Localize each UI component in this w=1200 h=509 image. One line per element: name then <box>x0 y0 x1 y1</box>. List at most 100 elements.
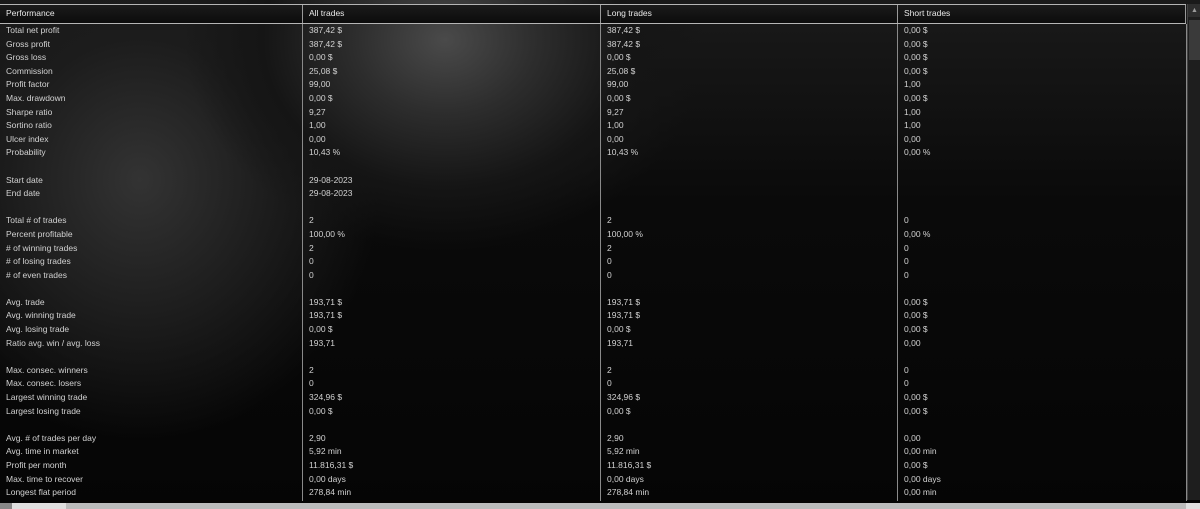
all-trades-value: 193,71 <box>309 337 335 348</box>
table-row[interactable] <box>0 201 1186 215</box>
row-label: Total # of trades <box>6 215 67 226</box>
column-header-short-trades[interactable]: Short trades <box>898 5 1186 23</box>
row-label: Avg. time in market <box>6 446 79 457</box>
table-row[interactable]: Largest losing trade 0,00 $ 0,00 $ 0,00 $ <box>0 405 1186 419</box>
long-trades-value: 0,00 $ <box>607 405 631 416</box>
long-trades-value: 324,96 $ <box>607 392 641 403</box>
table-row[interactable]: Profit factor 99,00 99,00 1,00 <box>0 78 1186 92</box>
all-trades-value: 29-08-2023 <box>309 174 353 185</box>
row-label: Largest winning trade <box>6 392 88 403</box>
long-trades-value: 1,00 <box>607 120 624 131</box>
row-label: Ratio avg. win / avg. loss <box>6 337 101 348</box>
table-row[interactable]: Avg. # of trades per day 2,90 2,90 0,00 <box>0 432 1186 446</box>
long-trades-value <box>601 350 898 364</box>
long-trades-value <box>601 187 898 201</box>
column-header-long-trades[interactable]: Long trades <box>601 5 898 23</box>
table-row[interactable]: Sortino ratio 1,00 1,00 1,00 <box>0 119 1186 133</box>
row-label: Commission <box>6 65 53 76</box>
short-trades-value: 0,00 $ <box>904 296 928 307</box>
short-trades-value <box>898 418 1186 432</box>
grid-body: Total net profit 387,42 $387,42 $0,00 $ Gr… <box>0 24 1186 500</box>
table-row[interactable]: Ratio avg. win / avg. loss 193,71 193,71 0,… <box>0 337 1186 351</box>
all-trades-value <box>303 282 601 296</box>
vertical-scrollbar[interactable]: ▲ <box>1187 4 1200 500</box>
table-row[interactable]: Avg. time in market 5,92 min 5,92 min 0,00 … <box>0 445 1186 459</box>
all-trades-value: 0 <box>309 378 314 389</box>
horizontal-scrollbar[interactable] <box>0 503 1200 509</box>
table-row[interactable]: Max. consec. winners 2 2 0 <box>0 364 1186 378</box>
table-row[interactable]: Profit per month 11.816,31 $ 11.816,31 $ 0,… <box>0 459 1186 473</box>
table-row[interactable]: Avg. losing trade 0,00 $ 0,00 $ 0,00 $ <box>0 323 1186 337</box>
row-label: Max. consec. losers <box>6 378 82 389</box>
long-trades-value: 0 <box>607 378 612 389</box>
all-trades-value: 0 <box>309 256 314 267</box>
short-trades-value: 0,00 $ <box>904 405 928 416</box>
table-row[interactable] <box>0 282 1186 296</box>
table-row[interactable]: Avg. trade 193,71 $ 193,71 $ 0,00 $ <box>0 296 1186 310</box>
table-row[interactable]: Largest winning trade 324,96 $ 324,96 $ 0,0… <box>0 391 1186 405</box>
table-row[interactable]: Percent profitable 100,00 % 100,00 % 0,00 % <box>0 228 1186 242</box>
table-row[interactable]: Max. consec. losers 0 0 0 <box>0 377 1186 391</box>
table-row[interactable]: End date 29-08-2023 <box>0 187 1186 201</box>
all-trades-value: 193,71 $ <box>309 296 343 307</box>
row-label: Avg. trade <box>6 296 45 307</box>
horizontal-scroll-thumb[interactable] <box>66 503 1186 509</box>
long-trades-value <box>601 282 898 296</box>
short-trades-value <box>898 350 1186 364</box>
row-label: Sortino ratio <box>6 120 52 131</box>
short-trades-value: 0 <box>904 269 909 280</box>
all-trades-value: 0,00 days <box>309 473 346 484</box>
table-row[interactable]: Ulcer index 0,00 0,00 0,00 <box>0 133 1186 147</box>
table-row[interactable]: Total net profit 387,42 $ 387,42 $ 0,00 $ <box>0 24 1186 38</box>
table-row[interactable] <box>0 350 1186 364</box>
table-row[interactable]: Longest flat period 278,84 min 278,84 min 0… <box>0 486 1186 500</box>
long-trades-value: 10,43 % <box>607 147 639 158</box>
long-trades-value <box>601 174 898 188</box>
table-row[interactable]: Max. drawdown 0,00 $ 0,00 $ 0,00 $ <box>0 92 1186 106</box>
long-trades-value: 0,00 days <box>607 473 644 484</box>
long-trades-value: 2 <box>607 215 612 226</box>
short-trades-value: 1,00 <box>904 120 921 131</box>
long-trades-value: 2,90 <box>607 432 624 443</box>
all-trades-value: 387,42 $ <box>309 38 343 49</box>
table-row[interactable]: Gross profit 387,42 $ 387,42 $ 0,00 $ <box>0 38 1186 52</box>
table-row[interactable]: Probability 10,43 % 10,43 % 0,00 % <box>0 146 1186 160</box>
row-label <box>0 282 303 296</box>
long-trades-value: 11.816,31 $ <box>607 460 652 470</box>
table-row[interactable]: # of winning trades 2 2 0 <box>0 242 1186 256</box>
all-trades-value: 0 <box>309 269 314 280</box>
table-row[interactable] <box>0 418 1186 432</box>
row-label: Avg. winning trade <box>6 310 76 321</box>
table-row[interactable]: # of even trades 0 0 0 <box>0 269 1186 283</box>
short-trades-value: 0,00 $ <box>904 52 928 63</box>
short-trades-value: 1,00 <box>904 106 921 117</box>
long-trades-value: 193,71 <box>607 337 633 348</box>
table-row[interactable]: Start date 29-08-2023 <box>0 174 1186 188</box>
table-row[interactable]: Avg. winning trade 193,71 $ 193,71 $ 0,00 $ <box>0 309 1186 323</box>
table-row[interactable] <box>0 160 1186 174</box>
long-trades-value: 2 <box>607 242 612 253</box>
scroll-left-icon[interactable] <box>0 503 12 509</box>
short-trades-value: 0,00 $ <box>904 25 928 35</box>
table-row[interactable]: Commission 25,08 $ 25,08 $ 0,00 $ <box>0 65 1186 79</box>
scroll-thumb[interactable] <box>1189 20 1200 60</box>
column-header-all-trades[interactable]: All trades <box>303 5 601 23</box>
table-row[interactable]: Gross loss 0,00 $ 0,00 $ 0,00 $ <box>0 51 1186 65</box>
table-row[interactable]: Sharpe ratio 9,27 9,27 1,00 <box>0 106 1186 120</box>
column-header-performance[interactable]: Performance <box>0 5 303 23</box>
table-row[interactable]: Max. time to recover 0,00 days 0,00 days 0,… <box>0 473 1186 487</box>
row-label: Largest losing trade <box>6 405 81 416</box>
all-trades-value: 2 <box>309 242 314 253</box>
short-trades-value: 0,00 % <box>904 228 931 239</box>
all-trades-value: 10,43 % <box>309 147 341 158</box>
table-row[interactable]: # of losing trades 0 0 0 <box>0 255 1186 269</box>
long-trades-value: 0,00 $ <box>607 324 631 335</box>
short-trades-value: 0 <box>904 364 909 375</box>
scroll-up-icon[interactable]: ▲ <box>1188 4 1200 17</box>
long-trades-value: 9,27 <box>607 106 624 117</box>
short-trades-value: 0,00 $ <box>904 324 928 335</box>
row-label: End date <box>6 188 41 199</box>
short-trades-value: 0 <box>904 242 909 253</box>
table-row[interactable]: Total # of trades 2 2 0 <box>0 214 1186 228</box>
long-trades-value: 100,00 % <box>607 228 643 239</box>
